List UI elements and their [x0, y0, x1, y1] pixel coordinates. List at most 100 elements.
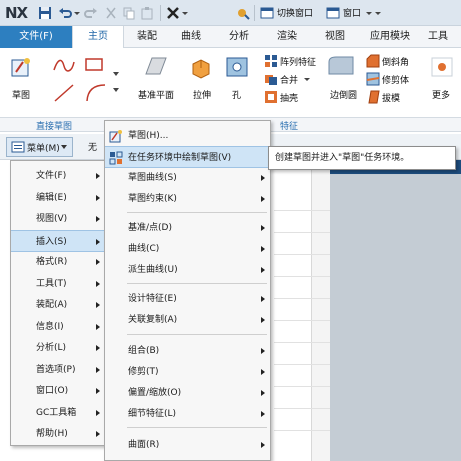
submenu-arrow-icon	[261, 246, 265, 252]
menu-item-label: 帮助(H)	[36, 429, 68, 439]
submenu-arrow-icon	[261, 267, 265, 273]
shell-icon[interactable]	[264, 90, 278, 107]
undo-dropdown-icon[interactable]	[74, 6, 80, 20]
menu-item-window[interactable]: 窗口(O)	[11, 380, 105, 402]
edge-blend-label[interactable]: 边倒圆	[330, 88, 357, 101]
insert-item-combine[interactable]: 组合(B)	[105, 340, 270, 362]
window-dropdown-icon[interactable]	[366, 6, 372, 20]
unite-icon[interactable]	[264, 72, 278, 89]
menu-item-assembly[interactable]: 装配(A)	[11, 294, 105, 316]
graphics-window[interactable]	[330, 160, 461, 461]
command-finder-icon[interactable]	[236, 6, 250, 20]
edge-blend-icon[interactable]	[326, 54, 356, 83]
insert-item-sketch-in-task[interactable]: 在任务环境中绘制草图(V)	[105, 146, 270, 168]
line-icon[interactable]	[52, 82, 76, 107]
menu-item-view[interactable]: 视图(V)	[11, 208, 105, 230]
undo-icon[interactable]	[58, 6, 72, 20]
type-filter-partial[interactable]: 无	[88, 140, 97, 153]
insert-item-label: 曲线(C)	[128, 244, 160, 254]
sketch-label[interactable]: 草图	[12, 88, 30, 101]
trim-body-icon[interactable]	[366, 72, 380, 89]
sketch-icon[interactable]	[9, 54, 35, 83]
unite-dropdown-icon[interactable]	[304, 76, 310, 86]
insert-item-label: 派生曲线(U)	[128, 265, 178, 275]
insert-item-surface[interactable]: 曲面(R)	[105, 434, 270, 456]
insert-item-associative-copy[interactable]: 关联复制(A)	[105, 309, 270, 331]
save-icon[interactable]	[38, 6, 52, 20]
hole-icon[interactable]	[224, 54, 250, 83]
menu-item-insert[interactable]: 插入(S)	[11, 229, 105, 252]
submenu-arrow-icon	[261, 442, 265, 448]
datum-plane-icon[interactable]	[142, 54, 168, 83]
tab-file[interactable]: 文件(F)	[0, 26, 72, 48]
tab-curve[interactable]: 曲线	[170, 26, 212, 48]
menu-button[interactable]: 菜单(M)	[6, 137, 73, 157]
redo-icon[interactable]	[84, 6, 98, 20]
switch-window-label[interactable]: 切换窗口	[277, 6, 313, 19]
unite-label[interactable]: 合并	[280, 73, 298, 86]
hole-label[interactable]: 孔	[232, 88, 241, 101]
window-icon[interactable]	[326, 6, 340, 20]
tab-view[interactable]: 视图	[314, 26, 356, 48]
submenu-arrow-icon	[261, 411, 265, 417]
extrude-label[interactable]: 拉伸	[193, 88, 211, 101]
draft-label[interactable]: 拔模	[382, 91, 400, 104]
insert-item-sketch-curve[interactable]: 草图曲线(S)	[105, 167, 270, 189]
copy-icon[interactable]	[122, 6, 136, 20]
menu-item-format[interactable]: 格式(R)	[11, 251, 105, 273]
menu-item-label: 视图(V)	[36, 214, 68, 224]
sketch-more-icon[interactable]	[112, 66, 120, 109]
menu-item-analysis[interactable]: 分析(L)	[11, 337, 105, 359]
more-label[interactable]: 更多	[432, 88, 450, 101]
tab-application[interactable]: 应用模块	[360, 26, 420, 48]
datum-plane-label[interactable]: 基准平面	[138, 88, 174, 101]
insert-item-design-feature[interactable]: 设计特征(E)	[105, 288, 270, 310]
menu-item-label: 编辑(E)	[36, 192, 67, 203]
more-icon[interactable]	[430, 54, 454, 83]
insert-item-derived-curve[interactable]: 派生曲线(U)	[105, 259, 270, 281]
switch-window-icon[interactable]	[260, 6, 274, 20]
menu-item-help[interactable]: 帮助(H)	[11, 423, 105, 445]
tab-render[interactable]: 渲染	[266, 26, 308, 48]
insert-item-sketch-constraint[interactable]: 草图约束(K)	[105, 188, 270, 210]
customize-quick-access-icon[interactable]	[374, 6, 382, 20]
ribbon-tab-bar: 文件(F) 主页 装配 曲线 分析 渲染 视图 应用模块 工具	[0, 26, 461, 49]
arc-icon[interactable]	[84, 82, 108, 107]
menu-item-gc-toolkit[interactable]: GC工具箱	[11, 402, 105, 424]
profile-icon[interactable]	[52, 58, 76, 75]
menu-item-file[interactable]: 文件(F)	[11, 165, 105, 187]
tab-assembly[interactable]: 装配	[126, 26, 168, 48]
menu-item-edit[interactable]: 编辑(E)	[11, 187, 105, 209]
tab-analysis[interactable]: 分析	[218, 26, 260, 48]
insert-item-offset-scale[interactable]: 偏置/缩放(O)	[105, 382, 270, 404]
submenu-arrow-icon	[96, 302, 100, 308]
menu-item-tools[interactable]: 工具(T)	[11, 273, 105, 295]
pattern-feature-icon[interactable]	[264, 54, 278, 71]
tab-home[interactable]: 主页	[72, 26, 124, 49]
chamfer-icon[interactable]	[366, 54, 380, 71]
insert-item-datum-point[interactable]: 基准/点(D)	[105, 217, 270, 239]
extrude-icon[interactable]	[188, 54, 214, 83]
draft-icon[interactable]	[366, 90, 380, 107]
window-label[interactable]: 窗口	[343, 6, 361, 19]
pattern-feature-label[interactable]: 阵列特征	[280, 55, 316, 68]
paste-icon[interactable]	[140, 6, 154, 20]
insert-item-detail-feature[interactable]: 细节特征(L)	[105, 403, 270, 425]
submenu-arrow-icon	[261, 225, 265, 231]
submenu-arrow-icon	[261, 348, 265, 354]
menu-item-information[interactable]: 信息(I)	[11, 316, 105, 338]
delete-icon[interactable]	[166, 6, 180, 20]
menu-item-preferences[interactable]: 首选项(P)	[11, 359, 105, 381]
menu-item-label: 工具(T)	[36, 278, 67, 289]
trim-body-label[interactable]: 修剪体	[382, 73, 409, 86]
submenu-arrow-icon	[96, 216, 100, 222]
insert-item-curve[interactable]: 曲线(C)	[105, 238, 270, 260]
insert-item-trim[interactable]: 修剪(T)	[105, 361, 270, 383]
insert-item-sketch[interactable]: 草图(H)...	[105, 125, 270, 147]
tab-tools[interactable]: 工具	[428, 26, 461, 48]
rectangle-icon[interactable]	[84, 56, 104, 75]
cut-icon[interactable]	[104, 6, 118, 20]
delete-dropdown-icon[interactable]	[182, 6, 188, 20]
chamfer-label[interactable]: 倒斜角	[382, 55, 409, 68]
shell-label[interactable]: 抽壳	[280, 91, 298, 104]
